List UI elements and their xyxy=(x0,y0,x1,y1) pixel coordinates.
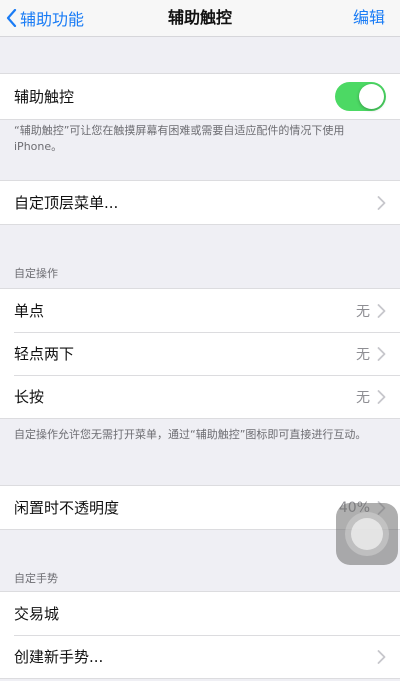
create-gesture-row[interactable]: 创建新手势... xyxy=(0,635,400,678)
top-menu-row[interactable]: 自定顶层菜单... xyxy=(0,181,400,224)
action-value: 无 xyxy=(356,303,370,320)
chevron-left-icon xyxy=(6,9,17,27)
assistive-touch-description: “辅助触控”可让您在触摸屏幕有困难或需要自适应配件的情况下使用 iPhone。 xyxy=(14,124,345,153)
top-menu-group: 自定顶层菜单... xyxy=(0,180,400,225)
gesture-item[interactable]: 交易城 xyxy=(0,592,400,635)
back-button-label: 辅助功能 xyxy=(20,10,85,29)
action-label: 长按 xyxy=(14,388,45,406)
custom-gestures-group: 交易城 创建新手势... xyxy=(0,591,400,679)
assistive-touch-floating-button[interactable] xyxy=(336,503,398,565)
assistive-touch-row: 辅助触控 xyxy=(0,74,400,119)
back-button[interactable]: 辅助功能 xyxy=(6,0,84,36)
toggle-knob xyxy=(359,84,384,109)
custom-action-double-tap[interactable]: 轻点两下 无 xyxy=(0,332,400,375)
custom-actions-footnote: 自定操作允许您无需打开菜单，通过“辅助触控”图标即可直接进行互动。 xyxy=(14,428,367,441)
create-gesture-label: 创建新手势... xyxy=(14,648,104,666)
action-label: 轻点两下 xyxy=(14,345,75,363)
action-value: 无 xyxy=(356,389,370,406)
action-label: 单点 xyxy=(14,302,45,320)
chevron-right-icon xyxy=(377,389,386,404)
top-menu-label: 自定顶层菜单... xyxy=(14,194,119,212)
custom-actions-header: 自定操作 xyxy=(14,267,58,280)
assistive-touch-inner-circle xyxy=(351,518,383,550)
idle-opacity-label: 闲置时不透明度 xyxy=(14,499,120,517)
gesture-label: 交易城 xyxy=(14,605,60,623)
edit-button[interactable]: 编辑 xyxy=(353,0,385,36)
chevron-right-icon xyxy=(377,303,386,318)
custom-action-long-press[interactable]: 长按 无 xyxy=(0,375,400,418)
chevron-right-icon xyxy=(377,346,386,361)
assistive-touch-label: 辅助触控 xyxy=(14,88,75,106)
chevron-right-icon xyxy=(377,649,386,664)
custom-action-single-tap[interactable]: 单点 无 xyxy=(0,289,400,332)
navigation-bar: 辅助功能 辅助触控 编辑 xyxy=(0,0,400,37)
custom-actions-group: 单点 无 轻点两下 无 长按 无 xyxy=(0,288,400,419)
custom-gestures-header: 自定手势 xyxy=(14,572,58,585)
assistive-touch-toggle[interactable] xyxy=(335,82,386,111)
assistive-touch-group: 辅助触控 xyxy=(0,73,400,120)
action-value: 无 xyxy=(356,346,370,363)
chevron-right-icon xyxy=(377,195,386,210)
